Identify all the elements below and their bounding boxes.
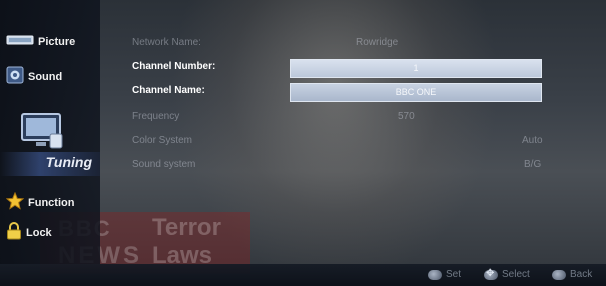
channel-number-field[interactable]: 1 [290, 59, 542, 78]
network-name-value: Rowridge [356, 37, 399, 48]
tv-screen: BBC NEWS Terror Laws Picture So [0, 0, 606, 286]
channel-name-row[interactable]: Channel Name: BBC ONE [100, 82, 606, 102]
sidebar-item-label: Picture [38, 35, 76, 48]
hint-set: Set [428, 269, 461, 280]
hint-set-label: Set [446, 269, 462, 280]
frequency-value: 570 [398, 111, 415, 122]
sidebar-item-label: Lock [26, 226, 52, 239]
lock-icon [6, 222, 22, 243]
hint-back-label: Back [570, 269, 593, 280]
menu-button-icon [552, 269, 566, 280]
sidebar-item-tuning[interactable]: Tuning [0, 108, 100, 180]
button-hint-bar: Set Select Back [0, 264, 606, 286]
sound-icon [6, 66, 24, 87]
channel-name-label: Channel Name: [132, 85, 205, 96]
channel-number-row[interactable]: Channel Number: 1 [100, 58, 606, 78]
sidebar-item-label: Function [28, 196, 75, 209]
color-system-value: Auto [522, 135, 543, 146]
sound-system-value: B/G [524, 159, 542, 170]
sound-system-row: Sound system B/G [100, 156, 606, 176]
sidebar-item-lock[interactable]: Lock [6, 222, 52, 243]
color-system-label: Color System [132, 135, 193, 146]
sidebar-item-label: Tuning [45, 154, 92, 170]
channel-number-label: Channel Number: [132, 61, 216, 72]
frequency-row: Frequency 570 [100, 108, 606, 128]
picture-icon [6, 34, 34, 49]
sidebar-item-sound[interactable]: Sound [6, 66, 62, 87]
navigation-pad-icon [484, 268, 498, 280]
ok-button-icon [428, 269, 442, 280]
network-name-row: Network Name: Rowridge [100, 34, 606, 54]
hint-select-label: Select [502, 269, 530, 280]
sidebar-item-label: Sound [28, 70, 63, 83]
hint-select: Select [484, 268, 530, 280]
channel-name-field[interactable]: BBC ONE [290, 83, 542, 102]
tuning-icon [20, 112, 66, 157]
network-name-label: Network Name: [132, 37, 201, 48]
hint-back: Back [552, 269, 592, 280]
star-icon [5, 191, 25, 213]
background-headline-line1: Terror [152, 214, 221, 241]
sidebar-item-picture[interactable]: Picture [6, 34, 75, 49]
osd-sidebar: Picture Sound Tuning Function Lock [0, 0, 100, 264]
tuning-settings-panel: Network Name: Rowridge Channel Number: 1… [100, 28, 606, 178]
sound-system-label: Sound system [132, 159, 196, 170]
color-system-row: Color System Auto [100, 132, 606, 152]
frequency-label: Frequency [132, 111, 180, 122]
sidebar-item-function[interactable]: Function [5, 191, 75, 213]
